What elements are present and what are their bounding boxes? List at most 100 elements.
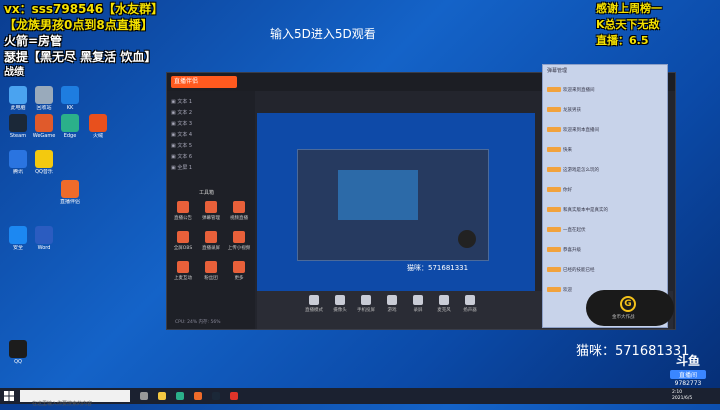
control-button[interactable]: 游戏 bbox=[381, 295, 403, 313]
platform-tag: 直播间 bbox=[670, 370, 706, 379]
nested-preview-inner bbox=[338, 170, 418, 220]
scene-item[interactable]: ▣ 文本 1 bbox=[171, 97, 251, 107]
scene-item[interactable]: ▣ 文本 5 bbox=[171, 141, 251, 151]
danmaku-message: 这游戏是怎么玩的 bbox=[547, 159, 661, 173]
file-explorer-icon[interactable] bbox=[158, 392, 166, 400]
game-icon[interactable] bbox=[230, 392, 238, 400]
tool-icon bbox=[233, 201, 245, 213]
g-coin-icon: G bbox=[620, 296, 636, 312]
scene-item[interactable]: ▣ 文本 3 bbox=[171, 119, 251, 129]
user-level-badge bbox=[547, 107, 561, 112]
steam-icon[interactable] bbox=[212, 392, 220, 400]
control-button[interactable]: 麦克风 bbox=[433, 295, 455, 313]
tool-icon bbox=[205, 231, 217, 243]
desktop-icon[interactable]: 火绒 bbox=[84, 114, 112, 139]
desktop-icon[interactable]: 腾讯 bbox=[4, 150, 32, 175]
desktop-icon-label: 火绒 bbox=[92, 133, 103, 139]
stream-app-icon[interactable] bbox=[194, 392, 202, 400]
desktop-icon[interactable]: 安全 bbox=[4, 226, 32, 251]
desktop-icon[interactable]: KK bbox=[56, 86, 84, 111]
overlay-build-line: 瑟提【黑无尽 黑复活 饮血】 bbox=[4, 50, 157, 64]
desktop-icon[interactable]: Word bbox=[30, 226, 58, 251]
watch-instruction: 输入5D进入5D观看 bbox=[270, 27, 376, 41]
user-level-badge bbox=[547, 87, 561, 92]
stream-preview: 猫咪：571681331 bbox=[257, 113, 535, 291]
scene-item[interactable]: ▣ 文本 6 bbox=[171, 152, 251, 162]
room-number: 9782773 bbox=[674, 380, 702, 387]
desktop-icon[interactable]: WeGame bbox=[30, 114, 58, 139]
windows-start-icon[interactable] bbox=[4, 391, 14, 401]
desktop-icon[interactable]: Steam bbox=[4, 114, 32, 139]
tool-button[interactable]: 弹幕管理 bbox=[199, 201, 223, 221]
tool-button[interactable]: 上传小视频 bbox=[227, 231, 251, 251]
control-label: 手机投屏 bbox=[357, 308, 375, 313]
control-button[interactable]: 直播模式 bbox=[303, 295, 325, 313]
app-icon bbox=[35, 114, 53, 132]
tool-label: 更多 bbox=[234, 276, 244, 281]
control-button[interactable]: 手机投屏 bbox=[355, 295, 377, 313]
app-logo: 直播伴侣 bbox=[171, 76, 237, 88]
tool-button[interactable]: 直播录屏 bbox=[199, 231, 223, 251]
control-icon bbox=[361, 295, 371, 305]
user-level-badge bbox=[547, 267, 561, 272]
control-button[interactable]: 录屏 bbox=[407, 295, 429, 313]
desktop-icon-label: WeGame bbox=[32, 133, 56, 139]
status-bar: CPU: 24% 内存: 56% bbox=[175, 320, 221, 325]
tool-label: 上麦互动 bbox=[174, 276, 192, 281]
user-level-badge bbox=[547, 207, 561, 212]
platform-name: 斗鱼 bbox=[675, 354, 700, 368]
scene-item[interactable]: ▣ 文本 4 bbox=[171, 130, 251, 140]
control-button[interactable]: 扬声器 bbox=[459, 295, 481, 313]
desktop-icon-label: 回收站 bbox=[36, 105, 52, 111]
scene-item[interactable]: ▣ 文本 2 bbox=[171, 108, 251, 118]
tool-button[interactable]: 全屏OBS bbox=[171, 231, 195, 251]
danmaku-text: 龙族男孩 bbox=[563, 107, 581, 113]
desktop-icon[interactable]: 回收站 bbox=[30, 86, 58, 111]
danmaku-message: 恭喜升级 bbox=[547, 239, 661, 253]
app-icon bbox=[61, 180, 79, 198]
desktop-icon-label: Steam bbox=[9, 133, 27, 139]
taskbar: 在这里输入你要搜索的内容 2:10 2021/6/5 bbox=[0, 388, 720, 407]
taskbar-search[interactable]: 在这里输入你要搜索的内容 bbox=[20, 390, 130, 407]
danmaku-text: 和真实版本中是真实的 bbox=[563, 207, 608, 213]
danmaku-text: 你好 bbox=[563, 187, 572, 193]
desktop-icon[interactable]: 此电脑 bbox=[4, 86, 32, 111]
danmaku-text: 欢迎来到直播间 bbox=[563, 87, 595, 93]
desktop-icon[interactable]: QQ音乐 bbox=[30, 150, 58, 175]
task-view-icon[interactable] bbox=[140, 392, 148, 400]
desktop-icon-label: 腾讯 bbox=[12, 169, 23, 175]
tray-date[interactable]: 2021/6/5 bbox=[672, 396, 692, 402]
tool-button[interactable]: 粉丝团 bbox=[199, 261, 223, 281]
tool-label: 全屏OBS bbox=[173, 246, 193, 251]
overlay-rocket-line: 火箭=房管 bbox=[4, 34, 63, 48]
tool-label: 直播公告 bbox=[174, 216, 192, 221]
danmaku-message: 欢迎来到直播间 bbox=[547, 79, 661, 93]
toolbox-label: 工具箱 bbox=[199, 190, 215, 196]
app-icon bbox=[9, 340, 27, 358]
scene-item[interactable]: ▣ 全屏 1 bbox=[171, 163, 251, 173]
danmaku-panel: 弹幕管理 欢迎来到直播间 龙族男孩 欢迎来到本直播间 快来 这游戏是怎么玩的 你好 和真实版… bbox=[542, 64, 668, 328]
desktop-icon[interactable]: QQ bbox=[4, 340, 32, 365]
edge-icon[interactable] bbox=[176, 392, 184, 400]
coin-widget[interactable]: G 金币大作战 bbox=[586, 290, 674, 326]
tool-button[interactable]: 上麦互动 bbox=[171, 261, 195, 281]
control-icon bbox=[439, 295, 449, 305]
desktop-icon-label: QQ bbox=[14, 359, 22, 365]
control-label: 游戏 bbox=[387, 308, 397, 313]
desktop-icon[interactable]: Edge bbox=[56, 114, 84, 139]
control-icon bbox=[335, 295, 345, 305]
user-level-badge bbox=[547, 127, 561, 132]
tool-label: 粉丝团 bbox=[204, 276, 218, 281]
desktop-icon[interactable]: 直播伴侣 bbox=[56, 180, 84, 205]
control-label: 直播模式 bbox=[305, 308, 323, 313]
control-button[interactable]: 摄像头 bbox=[329, 295, 351, 313]
danmaku-message: 龙族男孩 bbox=[547, 99, 661, 113]
tool-button[interactable]: 直播公告 bbox=[171, 201, 195, 221]
tool-label: 上传小视频 bbox=[227, 246, 251, 251]
danmaku-text: 一直在起伏 bbox=[563, 227, 586, 233]
tool-icon bbox=[177, 231, 189, 243]
tool-button[interactable]: 视频直播 bbox=[227, 201, 251, 221]
tool-label: 弹幕管理 bbox=[202, 216, 220, 221]
tool-button[interactable]: 更多 bbox=[227, 261, 251, 281]
control-icon bbox=[309, 295, 319, 305]
